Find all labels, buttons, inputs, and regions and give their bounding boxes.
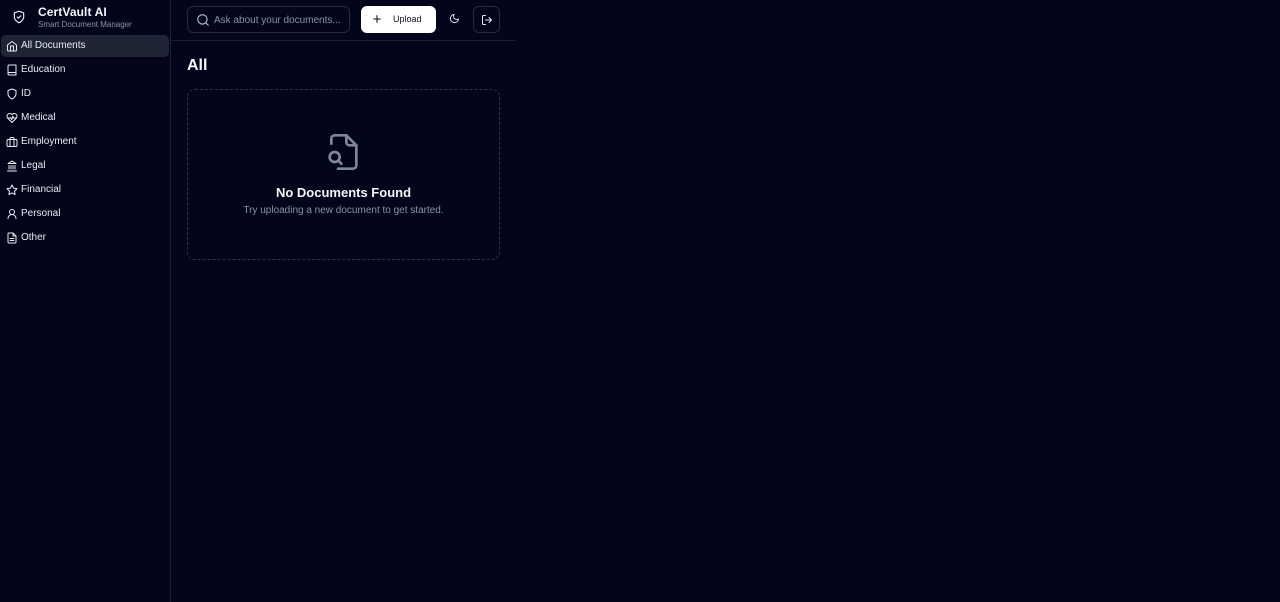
sidebar-item-label: Medical <box>21 112 56 123</box>
sidebar-item-financial[interactable]: Financial <box>1 179 169 201</box>
empty-state: No Documents Found Try uploading a new d… <box>187 89 500 260</box>
brand-title: CertVault AI <box>38 5 107 19</box>
upload-button-label: Upload <box>393 14 422 24</box>
search-box[interactable] <box>187 6 350 33</box>
brand-subtitle: Smart Document Manager <box>38 20 132 29</box>
brand: CertVault AI Smart Document Manager <box>0 0 170 35</box>
sidebar-item-label: Personal <box>21 208 61 219</box>
empty-state-title: No Documents Found <box>275 185 412 200</box>
file-text-icon <box>7 232 17 244</box>
topbar: Upload <box>171 0 516 41</box>
sidebar: CertVault AI Smart Document Manager All … <box>0 0 171 602</box>
sidebar-item-label: Financial <box>21 184 62 195</box>
moon-icon <box>449 13 460 24</box>
landmark-icon <box>7 160 17 172</box>
sidebar-item-all-documents[interactable]: All Documents <box>1 35 169 57</box>
sidebar-item-education[interactable]: Education <box>1 59 169 81</box>
briefcase-icon <box>6 137 18 147</box>
user-icon <box>7 209 17 219</box>
sidebar-item-id[interactable]: ID <box>1 83 169 105</box>
app-root: CertVault AI Smart Document Manager All … <box>0 0 1280 602</box>
page-title: All <box>187 57 208 74</box>
search-input[interactable] <box>214 11 346 29</box>
theme-toggle-button[interactable] <box>446 8 464 30</box>
sidebar-item-legal[interactable]: Legal <box>1 155 169 177</box>
sidebar-item-personal[interactable]: Personal <box>1 203 169 225</box>
sidebar-item-other[interactable]: Other <box>1 227 169 249</box>
sidebar-item-label: Other <box>21 232 47 243</box>
star-icon <box>6 184 18 195</box>
sidebar-item-employment[interactable]: Employment <box>1 131 169 153</box>
log-out-icon <box>482 15 492 25</box>
sidebar-item-label: All Documents <box>21 40 86 51</box>
search-icon <box>197 14 209 26</box>
file-search-icon <box>328 134 358 171</box>
logout-button[interactable] <box>473 6 500 33</box>
plus-icon <box>373 15 381 23</box>
shield-icon <box>7 88 17 100</box>
sidebar-item-medical[interactable]: Medical <box>1 107 169 129</box>
sidebar-nav: All Documents Education ID Medical Emplo… <box>0 35 170 251</box>
upload-button[interactable]: Upload <box>361 6 436 33</box>
shield-check-icon <box>13 10 25 24</box>
sidebar-item-label: ID <box>21 88 31 99</box>
home-icon <box>7 41 17 52</box>
sidebar-item-label: Legal <box>21 160 46 171</box>
book-icon <box>7 64 17 76</box>
sidebar-item-label: Employment <box>21 136 77 147</box>
heart-pulse-icon <box>6 113 18 123</box>
empty-state-subtitle: Try uploading a new document to get star… <box>243 205 444 216</box>
sidebar-item-label: Education <box>21 64 66 75</box>
